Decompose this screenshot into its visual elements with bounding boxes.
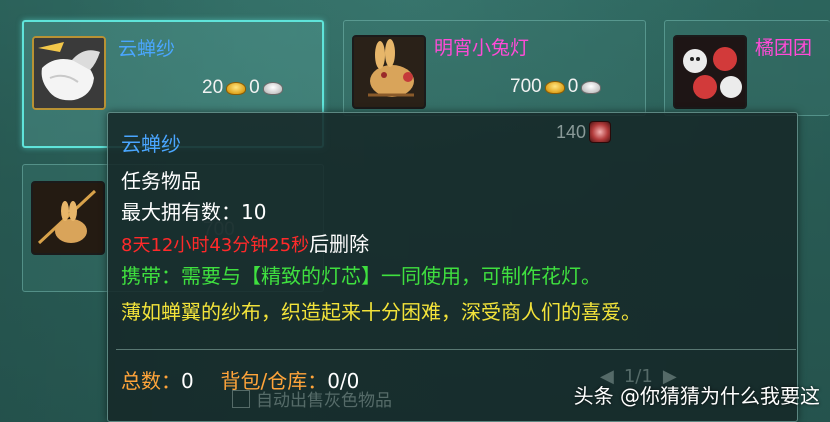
tooltip-divider bbox=[116, 349, 796, 350]
gold-amount: 20 bbox=[202, 77, 224, 98]
rabbit-lantern-stick-icon bbox=[31, 181, 105, 255]
item-name: 橘团团 bbox=[755, 37, 813, 59]
total-label: 总数： bbox=[121, 369, 181, 393]
expire-suffix: 后删除 bbox=[309, 232, 370, 256]
silver-amount: 0 bbox=[249, 77, 260, 98]
item-price: 700 0 bbox=[510, 76, 602, 98]
gold-coin-icon bbox=[544, 80, 565, 94]
watermark: 头条 @你猜猜为什么我要这 bbox=[573, 384, 820, 408]
tooltip-max-owned: 最大拥有数：10 bbox=[121, 200, 266, 224]
shop-item-slot-2[interactable]: 明宵小兔灯 700 0 bbox=[343, 20, 646, 116]
item-name: 云蝉纱 bbox=[118, 38, 176, 60]
silver-coin-icon bbox=[581, 80, 602, 94]
shop-item-slot-3[interactable]: 橘团团 bbox=[664, 20, 830, 116]
tooltip-title: 云蝉纱 bbox=[121, 132, 181, 156]
silver-coin-icon bbox=[262, 81, 283, 95]
expire-time: 8天12小时43分钟25秒 bbox=[121, 235, 310, 256]
hidden-price-amount: 140 bbox=[556, 121, 587, 142]
max-owned-label: 最大拥有数： bbox=[121, 200, 241, 224]
max-owned-value: 10 bbox=[241, 200, 267, 224]
tooltip-description: 薄如蝉翼的纱布，织造起来十分困难，深受商人们的喜爱。 bbox=[121, 300, 641, 324]
silver-amount: 0 bbox=[567, 76, 579, 97]
flower-token-icon bbox=[589, 121, 612, 143]
rabbit-lantern-icon bbox=[352, 35, 426, 109]
item-name: 明宵小兔灯 bbox=[434, 37, 530, 59]
auto-sell-label: 自动出售灰色物品 bbox=[256, 391, 392, 411]
gold-coin-icon bbox=[226, 81, 247, 95]
total-value: 0 bbox=[181, 369, 194, 393]
checkbox-icon[interactable] bbox=[232, 389, 250, 408]
tooltip-category: 任务物品 bbox=[121, 169, 201, 193]
white-gauze-cloth-icon bbox=[32, 36, 106, 110]
gold-amount: 700 bbox=[510, 76, 542, 97]
hidden-price-fragment: 140 bbox=[556, 121, 612, 143]
red-white-lanterns-icon bbox=[673, 35, 747, 109]
auto-sell-checkbox[interactable]: 自动出售灰色物品 bbox=[232, 386, 392, 411]
item-price: 20 0 bbox=[202, 77, 283, 99]
tooltip-expire: 8天12小时43分钟25秒后删除 bbox=[121, 232, 369, 258]
tooltip-carry-text: 携带：需要与【精致的灯芯】一同使用，可制作花灯。 bbox=[121, 264, 601, 288]
